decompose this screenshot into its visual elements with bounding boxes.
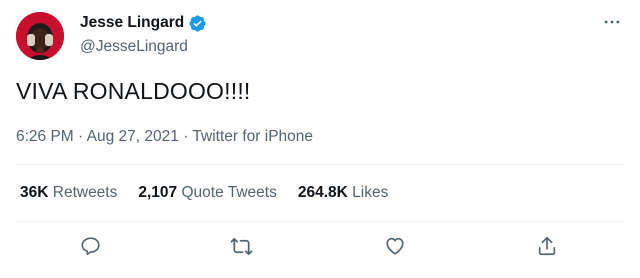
tweet-date[interactable]: Aug 27, 2021	[87, 128, 179, 145]
tweet-card: Jesse Lingard @JesseLingard VIVA RONALDO…	[0, 0, 640, 278]
tweet-source[interactable]: Twitter for iPhone	[192, 128, 313, 145]
likes-stat[interactable]: 264.8K Likes	[298, 183, 388, 203]
share-icon	[538, 236, 556, 256]
share-button[interactable]	[530, 229, 564, 263]
meta-separator: ·	[183, 128, 189, 145]
avatar[interactable]	[16, 12, 64, 60]
tweet-metadata: 6:26 PM · Aug 27, 2021 · Twitter for iPh…	[16, 127, 313, 147]
verified-badge-icon	[188, 14, 207, 33]
quote-tweets-label: Quote Tweets	[181, 184, 277, 201]
quote-tweets-count: 2,107	[138, 184, 178, 201]
heart-icon	[386, 237, 404, 255]
tweet-text: VIVA RONALDOOO!!!!	[16, 78, 251, 104]
likes-label: Likes	[352, 184, 389, 201]
divider	[16, 221, 624, 222]
avatar-photo-icon	[16, 12, 64, 60]
retweet-icon	[230, 237, 252, 255]
divider	[16, 164, 624, 165]
quote-tweets-stat[interactable]: 2,107 Quote Tweets	[138, 183, 276, 203]
retweets-count: 36K	[20, 184, 49, 201]
tweet-time[interactable]: 6:26 PM	[16, 128, 74, 145]
like-button[interactable]	[378, 229, 412, 263]
likes-count: 264.8K	[297, 184, 348, 201]
meta-separator: ·	[78, 128, 84, 145]
retweet-button[interactable]	[224, 229, 258, 263]
retweets-stat[interactable]: 36K Retweets	[20, 183, 117, 203]
more-options-icon[interactable]	[600, 10, 624, 34]
tweet-actions	[0, 229, 640, 263]
author-info: Jesse Lingard @JesseLingard	[80, 13, 207, 57]
retweets-label: Retweets	[52, 184, 118, 201]
reply-icon	[81, 237, 100, 256]
author-handle[interactable]: @JesseLingard	[80, 37, 207, 57]
reply-button[interactable]	[74, 229, 108, 263]
author-display-name[interactable]: Jesse Lingard	[80, 13, 184, 33]
tweet-stats: 36K Retweets 2,107 Quote Tweets 264.8K L…	[20, 183, 409, 203]
